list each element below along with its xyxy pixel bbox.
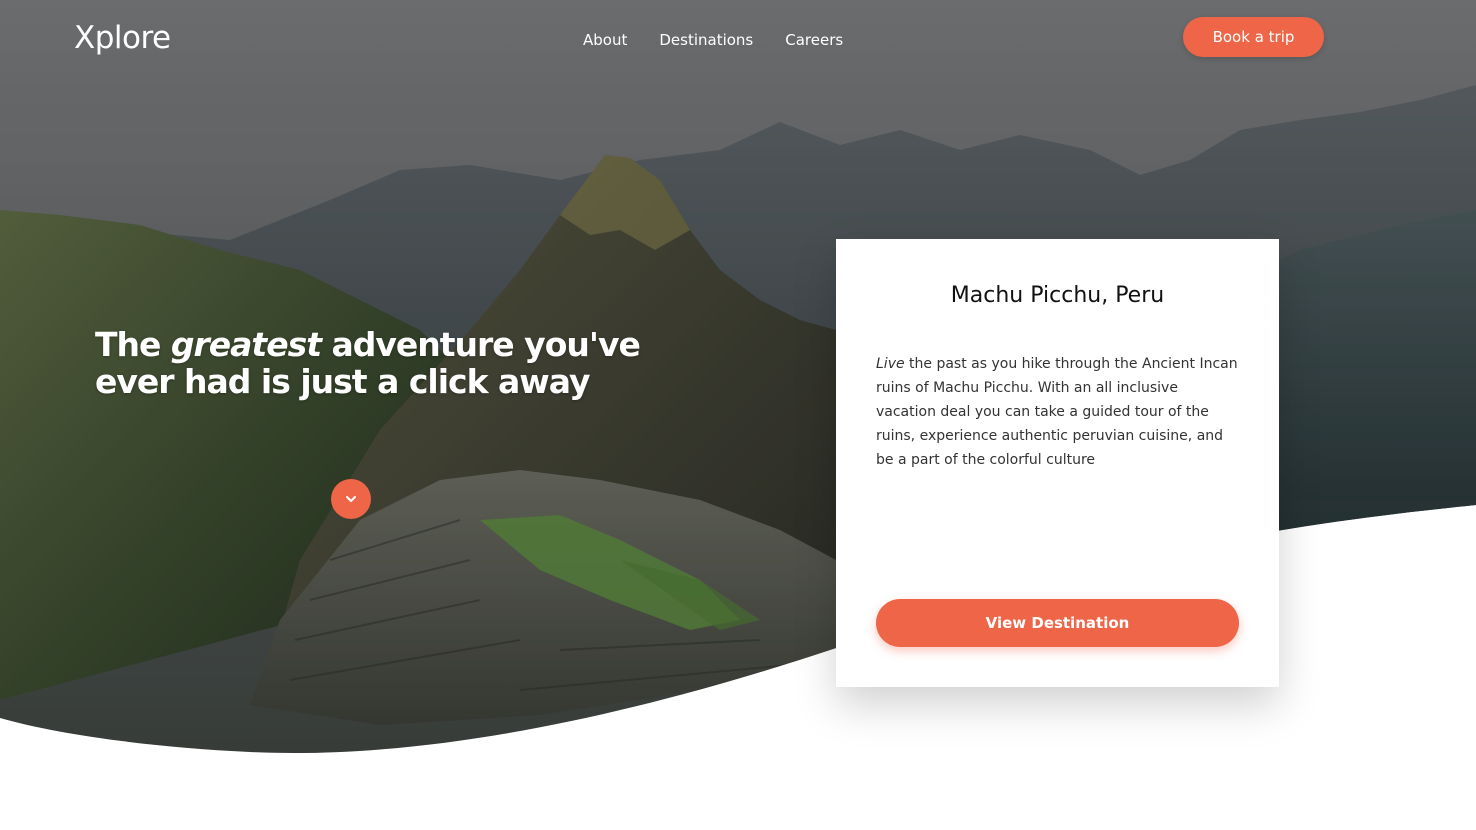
book-trip-button[interactable]: Book a trip [1183, 17, 1324, 57]
destination-card: Machu Picchu, Peru Live the past as you … [836, 239, 1279, 687]
destination-title: Machu Picchu, Peru [950, 283, 1165, 308]
description-text: the past as you hike through the Ancient… [876, 356, 1238, 468]
destination-description: Live the past as you hike through the An… [876, 352, 1241, 472]
hero-headline: The greatest adventure you've ever had i… [95, 326, 655, 400]
headline-prefix: The [95, 325, 171, 364]
nav-link-destinations[interactable]: Destinations [643, 29, 769, 51]
landing-page: Xplore About Destinations Careers Book a… [0, 0, 1476, 830]
main-nav: About Destinations Careers [567, 29, 859, 51]
nav-link-careers[interactable]: Careers [769, 29, 859, 51]
description-emphasis: Live [876, 356, 905, 372]
nav-link-about[interactable]: About [567, 29, 643, 51]
view-destination-button[interactable]: View Destination [876, 599, 1239, 647]
logo[interactable]: Xplore [74, 20, 171, 56]
headline-emphasis: greatest [170, 325, 322, 364]
chevron-down-icon [346, 496, 356, 502]
scroll-down-button[interactable] [331, 479, 371, 519]
